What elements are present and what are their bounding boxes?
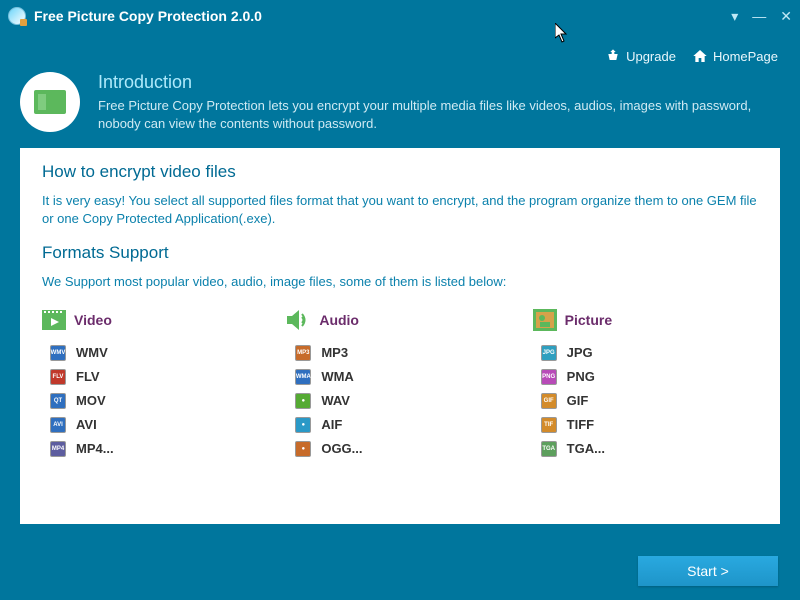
- filetype-icon: PNG: [541, 369, 557, 385]
- main-panel: How to encrypt video files It is very ea…: [20, 148, 780, 524]
- upgrade-label: Upgrade: [626, 49, 676, 64]
- upgrade-button[interactable]: Upgrade: [605, 48, 676, 64]
- format-item: AVI AVI: [50, 417, 267, 433]
- format-item: ● WAV: [295, 393, 512, 409]
- format-label: WMV: [76, 345, 108, 360]
- format-label: AVI: [76, 417, 97, 432]
- howto-desc: It is very easy! You select all supporte…: [42, 192, 758, 227]
- format-item: MP4 MP4...: [50, 441, 267, 457]
- homepage-label: HomePage: [713, 49, 778, 64]
- app-logo-icon: [8, 7, 26, 25]
- audio-column: Audio MP3 MP3 WMA WMA ● WAV ● AIF ● OGG...: [287, 309, 512, 465]
- start-button-label: Start >: [687, 563, 729, 579]
- format-label: PNG: [567, 369, 595, 384]
- start-button[interactable]: Start >: [638, 556, 778, 586]
- toolbar-top: Upgrade HomePage: [0, 32, 800, 72]
- picture-category-label: Picture: [565, 312, 612, 328]
- format-label: TGA...: [567, 441, 605, 456]
- format-label: OGG...: [321, 441, 362, 456]
- window-options-icon[interactable]: ▾: [731, 9, 738, 23]
- intro-body: Free Picture Copy Protection lets you en…: [98, 97, 770, 132]
- filetype-icon: MP3: [295, 345, 311, 361]
- format-item: ● AIF: [295, 417, 512, 433]
- filetype-icon: ●: [295, 417, 311, 433]
- app-title: Free Picture Copy Protection 2.0.0: [34, 8, 262, 24]
- format-item: TGA TGA...: [541, 441, 758, 457]
- titlebar: Free Picture Copy Protection 2.0.0 ▾ — ✕: [0, 0, 800, 32]
- format-label: JPG: [567, 345, 593, 360]
- filetype-icon: TIF: [541, 417, 557, 433]
- format-item: ● OGG...: [295, 441, 512, 457]
- video-column: Video WMV WMV FLV FLV QT MOV AVI AVI MP4 MP4...: [42, 309, 267, 465]
- filetype-icon: GIF: [541, 393, 557, 409]
- audio-category-label: Audio: [319, 312, 359, 328]
- film-icon: [42, 309, 66, 331]
- filetype-icon: QT: [50, 393, 66, 409]
- format-item: TIF TIFF: [541, 417, 758, 433]
- format-label: FLV: [76, 369, 100, 384]
- picture-column: Picture JPG JPG PNG PNG GIF GIF TIF TIFF TGA TGA.…: [533, 309, 758, 465]
- format-item: QT MOV: [50, 393, 267, 409]
- format-label: WMA: [321, 369, 354, 384]
- format-label: MP4...: [76, 441, 114, 456]
- format-label: MOV: [76, 393, 106, 408]
- format-item: FLV FLV: [50, 369, 267, 385]
- close-icon[interactable]: ✕: [780, 9, 792, 23]
- format-label: AIF: [321, 417, 342, 432]
- filetype-icon: WMV: [50, 345, 66, 361]
- format-item: WMA WMA: [295, 369, 512, 385]
- filetype-icon: WMA: [295, 369, 311, 385]
- format-item: MP3 MP3: [295, 345, 512, 361]
- filetype-icon: MP4: [50, 441, 66, 457]
- intro-heading: Introduction: [98, 72, 770, 93]
- format-item: WMV WMV: [50, 345, 267, 361]
- home-icon: [692, 48, 708, 64]
- format-item: GIF GIF: [541, 393, 758, 409]
- minimize-icon[interactable]: —: [752, 9, 766, 23]
- formats-heading: Formats Support: [42, 243, 758, 263]
- format-label: MP3: [321, 345, 348, 360]
- filetype-icon: ●: [295, 393, 311, 409]
- filetype-icon: AVI: [50, 417, 66, 433]
- basket-icon: [605, 48, 621, 64]
- howto-heading: How to encrypt video files: [42, 162, 758, 182]
- format-label: WAV: [321, 393, 350, 408]
- speaker-icon: [287, 309, 311, 331]
- intro-icon: [20, 72, 80, 132]
- filetype-icon: FLV: [50, 369, 66, 385]
- format-item: JPG JPG: [541, 345, 758, 361]
- intro-section: Introduction Free Picture Copy Protectio…: [0, 72, 800, 148]
- format-label: TIFF: [567, 417, 594, 432]
- filetype-icon: JPG: [541, 345, 557, 361]
- filetype-icon: ●: [295, 441, 311, 457]
- format-item: PNG PNG: [541, 369, 758, 385]
- filetype-icon: TGA: [541, 441, 557, 457]
- format-label: GIF: [567, 393, 589, 408]
- formats-desc: We Support most popular video, audio, im…: [42, 273, 758, 291]
- video-category-label: Video: [74, 312, 112, 328]
- picture-icon: [533, 309, 557, 331]
- homepage-button[interactable]: HomePage: [692, 48, 778, 64]
